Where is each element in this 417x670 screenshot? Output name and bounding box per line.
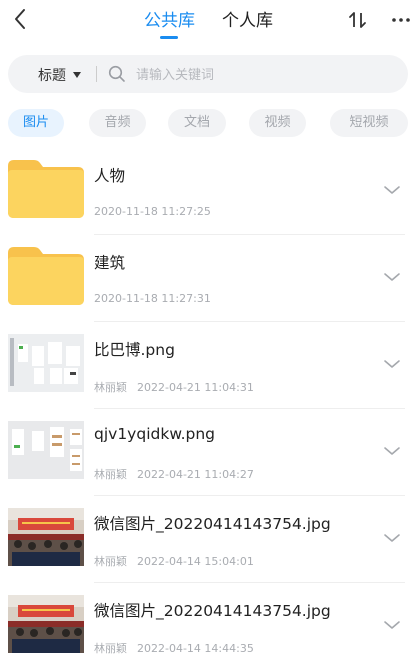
folder-icon <box>8 160 84 218</box>
item-meta: 林丽颖 2022-04-21 11:04:31 <box>94 379 254 395</box>
category-image[interactable]: 图片 <box>8 109 64 137</box>
item-name: 建筑 <box>94 254 126 272</box>
item-meta: 林丽颖 2022-04-14 14:44:35 <box>94 640 254 656</box>
top-bar: 公共库 个人库 <box>0 0 417 42</box>
category-video[interactable]: 视频 <box>249 109 306 137</box>
item-name: 微信图片_20220414143754.jpg <box>94 515 331 533</box>
search-input[interactable] <box>134 61 398 89</box>
list-item[interactable]: qjv1yqidkw.png 林丽颖 2022-04-21 11:04:27 <box>0 409 417 496</box>
list-item[interactable]: 微信图片_20220414143754.jpg 林丽颖 2022-04-14 15… <box>0 496 417 583</box>
item-name: 人物 <box>94 167 126 185</box>
chevron-down-icon[interactable] <box>383 358 401 370</box>
tab-personal-library[interactable]: 个人库 <box>222 6 273 31</box>
chevron-down-icon[interactable] <box>383 184 401 196</box>
item-owner: 林丽颖 <box>94 642 127 655</box>
chevron-down-icon[interactable] <box>383 619 401 631</box>
photo-thumbnail <box>8 595 84 653</box>
chevron-down-icon[interactable] <box>383 271 401 283</box>
item-time: 2020-11-18 11:27:31 <box>94 292 211 305</box>
item-time: 2020-11-18 11:27:25 <box>94 205 211 218</box>
tab-public-library[interactable]: 公共库 <box>144 6 195 39</box>
item-time: 2022-04-14 15:04:01 <box>137 555 254 568</box>
folder-icon <box>8 247 84 305</box>
category-document[interactable]: 文档 <box>168 109 226 137</box>
item-owner: 林丽颖 <box>94 381 127 394</box>
file-list: 人物 2020-11-18 11:27:25 建筑 2020-11-18 11:… <box>0 148 417 670</box>
more-button[interactable] <box>388 8 414 32</box>
item-owner: 林丽颖 <box>94 555 127 568</box>
chevron-down-icon[interactable] <box>383 445 401 457</box>
chevron-down-icon[interactable] <box>383 532 401 544</box>
photo-thumbnail <box>8 508 84 566</box>
list-item[interactable]: 比巴博.png 林丽颖 2022-04-21 11:04:31 <box>0 322 417 409</box>
item-name: qjv1yqidkw.png <box>94 425 215 443</box>
item-meta: 林丽颖 2022-04-14 15:04:01 <box>94 553 254 569</box>
image-thumbnail <box>8 334 84 392</box>
list-item[interactable]: 建筑 2020-11-18 11:27:31 <box>0 235 417 322</box>
item-time: 2022-04-14 14:44:35 <box>137 642 254 655</box>
item-owner: 林丽颖 <box>94 468 127 481</box>
sort-button[interactable] <box>346 8 370 32</box>
divider <box>96 66 97 82</box>
caret-down-icon <box>73 72 81 78</box>
search-icon <box>108 65 125 82</box>
category-audio[interactable]: 音频 <box>89 109 146 137</box>
item-time: 2022-04-21 11:04:27 <box>137 468 254 481</box>
filter-label: 标题 <box>38 68 66 84</box>
item-name: 微信图片_20220414143754.jpg <box>94 602 331 620</box>
sort-icon <box>349 12 366 28</box>
list-item[interactable]: 微信图片_20220414143754.jpg 林丽颖 2022-04-14 14… <box>0 583 417 670</box>
item-meta: 2020-11-18 11:27:31 <box>94 292 211 305</box>
search-bar: 标题 <box>8 55 408 93</box>
more-icon <box>392 18 410 22</box>
filter-dropdown[interactable]: 标题 <box>38 65 81 85</box>
category-short-video[interactable]: 短视频 <box>330 109 408 137</box>
image-thumbnail <box>8 421 84 479</box>
item-meta: 2020-11-18 11:27:25 <box>94 205 211 218</box>
item-name: 比巴博.png <box>94 341 175 359</box>
list-item[interactable]: 人物 2020-11-18 11:27:25 <box>0 148 417 235</box>
category-filter: 图片 音频 文档 视频 短视频 <box>8 109 417 139</box>
item-time: 2022-04-21 11:04:31 <box>137 381 254 394</box>
item-meta: 林丽颖 2022-04-21 11:04:27 <box>94 466 254 482</box>
